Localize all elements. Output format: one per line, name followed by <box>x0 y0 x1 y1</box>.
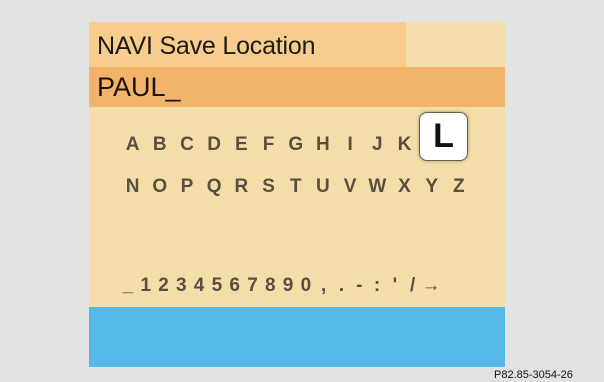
keyboard-key-6[interactable]: T <box>282 172 309 202</box>
keyboard-key-6[interactable]: G <box>282 130 309 160</box>
keyboard-key-7[interactable]: 7 <box>244 271 262 301</box>
keyboard-key-6[interactable]: 6 <box>226 271 244 301</box>
keyboard-key-0[interactable]: A <box>119 130 146 160</box>
keyboard-key-7[interactable]: H <box>309 130 336 160</box>
keyboard-key-3[interactable]: 3 <box>172 271 190 301</box>
keyboard-key-4[interactable]: R <box>228 172 255 202</box>
navi-screen: NAVI Save Location PAUL_ ABCDEFGHIJKLM N… <box>89 22 505 367</box>
keyboard-key-3[interactable]: Q <box>201 172 228 202</box>
input-value: PAUL <box>97 72 166 102</box>
keyboard-key-15[interactable]: ' <box>386 271 404 301</box>
location-name-value: PAUL_ <box>97 72 181 103</box>
keyboard-key-9[interactable]: J <box>364 130 391 160</box>
location-name-field[interactable]: PAUL_ <box>89 67 505 107</box>
keyboard-key-16[interactable]: / <box>404 271 422 301</box>
keyboard-key-2[interactable]: 2 <box>155 271 173 301</box>
keyboard-key-5[interactable]: S <box>255 172 282 202</box>
page-title: NAVI Save Location <box>97 32 316 60</box>
keyboard-key-10[interactable]: 0 <box>297 271 315 301</box>
keyboard-key-17[interactable]: → <box>422 271 441 301</box>
keyboard-key-10[interactable]: X <box>391 172 418 202</box>
keyboard-key-5[interactable]: 5 <box>208 271 226 301</box>
keyboard-row-3: _ 1 2 3 4 5 6 7 8 9 0,. -: ' / → <box>119 271 441 301</box>
keyboard-key-8[interactable]: V <box>337 172 364 202</box>
figure-code: P82.85-3054-26 <box>494 369 573 381</box>
text-cursor: _ <box>165 72 181 102</box>
keyboard-key-4[interactable]: E <box>228 130 255 160</box>
keyboard-key-8[interactable]: 8 <box>261 271 279 301</box>
keyboard-key-8[interactable]: I <box>337 130 364 160</box>
keyboard-key-4[interactable]: 4 <box>190 271 208 301</box>
keyboard-key-9[interactable]: W <box>364 172 391 202</box>
keyboard-key-5[interactable]: F <box>255 130 282 160</box>
keyboard-key-10[interactable]: K <box>391 130 418 160</box>
keyboard-key-12[interactable]: . <box>333 271 351 301</box>
keyboard-key-12[interactable]: Z <box>445 172 472 202</box>
title-bar: NAVI Save Location <box>89 22 406 67</box>
keyboard-key-11[interactable]: , <box>315 271 333 301</box>
keyboard-key-2[interactable]: P <box>173 172 200 202</box>
keyboard-key-1[interactable]: O <box>146 172 173 202</box>
keyboard-key-1[interactable]: B <box>146 130 173 160</box>
keyboard-key-14[interactable]: : <box>368 271 386 301</box>
selected-key-magnifier[interactable]: L <box>419 112 468 161</box>
keyboard-key-13[interactable]: - <box>350 271 368 301</box>
keyboard-key-0[interactable]: _ <box>119 271 137 301</box>
keyboard-row-2: NOPQRSTUVWXYZ <box>119 172 472 202</box>
keyboard-key-3[interactable]: D <box>201 130 228 160</box>
keyboard-key-11[interactable]: Y <box>418 172 445 202</box>
keyboard-key-9[interactable]: 9 <box>279 271 297 301</box>
keyboard-key-2[interactable]: C <box>173 130 200 160</box>
keyboard-key-1[interactable]: 1 <box>137 271 155 301</box>
status-bar <box>89 307 505 367</box>
keyboard-key-7[interactable]: U <box>309 172 336 202</box>
keyboard-key-0[interactable]: N <box>119 172 146 202</box>
